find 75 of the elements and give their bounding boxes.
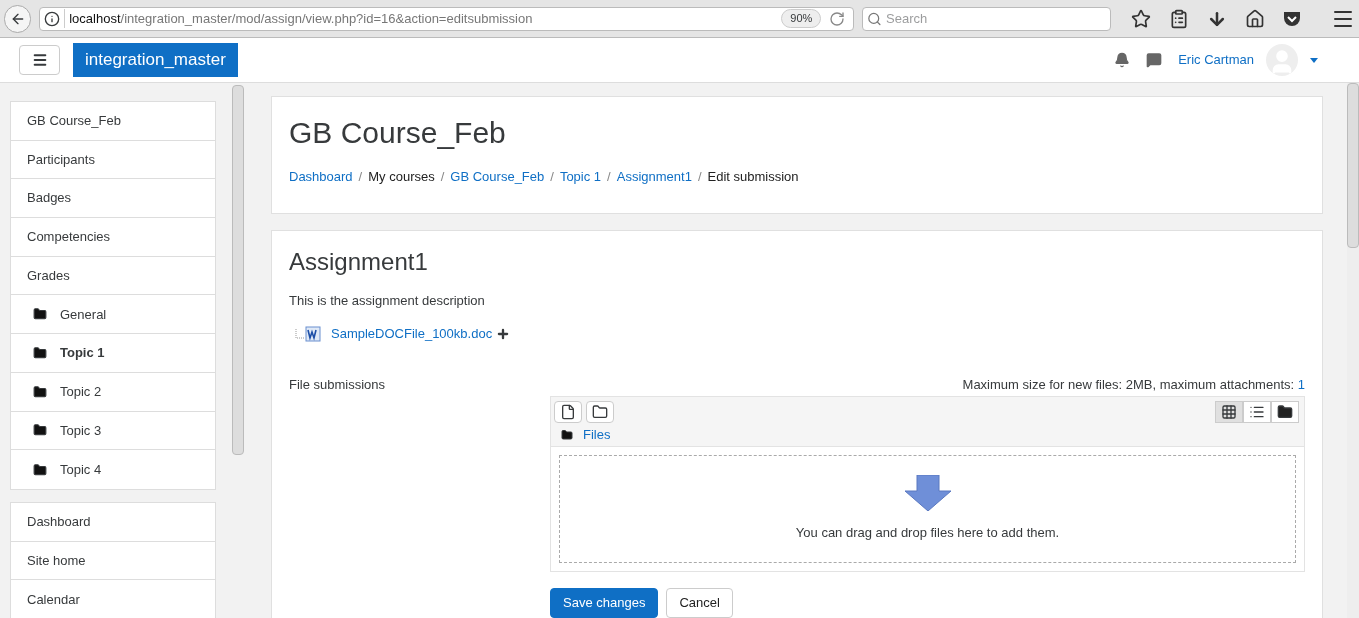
bookmark-star-icon[interactable] xyxy=(1131,8,1151,29)
drop-hint: You can drag and drop files here to add them. xyxy=(795,524,1060,543)
home-icon[interactable] xyxy=(1245,8,1265,29)
breadcrumb-link[interactable]: Dashboard xyxy=(289,167,353,187)
breadcrumb-separator: / xyxy=(358,168,363,186)
clipboard-icon[interactable] xyxy=(1169,8,1189,29)
reload-icon[interactable] xyxy=(829,10,846,27)
back-button[interactable] xyxy=(4,4,32,33)
nav-item[interactable]: Calendar xyxy=(11,580,215,618)
nav-item[interactable]: Topic 3 xyxy=(11,411,215,451)
chat-icon[interactable] xyxy=(1146,52,1163,68)
url-text: localhost/integration_master/mod/assign/view.php?id=16&action=editsubmission xyxy=(64,8,533,29)
caret-icon[interactable] xyxy=(1310,57,1318,63)
folder-icon xyxy=(592,404,608,420)
breadcrumb-separator: / xyxy=(440,168,445,186)
search-field[interactable]: Search xyxy=(862,6,1111,31)
down-arrow-icon xyxy=(904,475,951,512)
add-file-button[interactable] xyxy=(554,401,582,423)
nav-item[interactable]: Topic 2 xyxy=(11,372,215,412)
breadcrumb-separator: / xyxy=(607,168,611,186)
menu-button[interactable] xyxy=(19,45,60,75)
plus-icon[interactable] xyxy=(496,326,511,341)
breadcrumb-text: Edit submission xyxy=(707,168,799,186)
nav-item[interactable]: Badges xyxy=(11,179,215,219)
folder-icon xyxy=(33,345,47,360)
breadcrumb-link[interactable]: GB Course_Feb xyxy=(450,167,545,187)
address-bar[interactable]: localhost/integration_master/mod/assign/view.php?id=16&action=editsubmission 90% xyxy=(39,6,855,31)
nav-item[interactable]: Site home xyxy=(11,541,215,581)
breadcrumb-link[interactable]: Topic 1 xyxy=(559,167,602,187)
menu-icon xyxy=(31,52,48,68)
nav-item[interactable]: Grades xyxy=(11,256,215,296)
site-name-link[interactable]: integration_master xyxy=(73,43,238,77)
folder-icon xyxy=(561,428,573,441)
folder-icon xyxy=(33,384,47,399)
breadcrumb-link[interactable]: Assignment1 xyxy=(616,167,692,187)
breadcrumb-separator: / xyxy=(550,168,554,186)
folder-icon xyxy=(33,462,47,477)
breadcrumb-text: My courses xyxy=(368,168,435,186)
file-icon xyxy=(560,404,576,420)
field-label: File submissions xyxy=(289,375,387,394)
list-icon xyxy=(1249,404,1265,420)
course-title: GB Course_Feb xyxy=(289,115,507,151)
view-mode-button[interactable] xyxy=(1215,401,1243,423)
search-input[interactable]: Search xyxy=(886,8,1106,29)
nav-item[interactable]: Topic 4 xyxy=(11,450,215,489)
drop-zone[interactable]: You can drag and drop files here to add them. xyxy=(559,455,1296,563)
folder-icon xyxy=(1277,404,1293,420)
max-attachments-count: 1 xyxy=(1297,376,1305,392)
zoom-level[interactable]: 90% xyxy=(781,9,822,28)
tree-connector-icon xyxy=(295,328,305,339)
save-button[interactable]: Save changes xyxy=(550,588,659,618)
info-icon xyxy=(44,10,61,27)
create-folder-button[interactable] xyxy=(586,401,614,423)
nav-item[interactable]: Participants xyxy=(11,140,215,180)
folder-icon xyxy=(33,307,47,322)
view-mode-button[interactable] xyxy=(1271,401,1299,423)
breadcrumb-separator: / xyxy=(697,168,702,186)
search-icon xyxy=(867,10,883,27)
nav-item[interactable]: Competencies xyxy=(11,218,215,257)
word-document-icon xyxy=(305,325,321,342)
user-name-link[interactable]: Eric Cartman xyxy=(1178,50,1254,70)
nav-item[interactable]: Topic 1 xyxy=(11,334,215,373)
assignment-description: This is the assignment description xyxy=(289,291,486,310)
assignment-title: Assignment1 xyxy=(289,246,429,277)
bell-icon[interactable] xyxy=(1114,52,1131,68)
folder-path-link[interactable]: Files xyxy=(583,424,611,445)
nav-item[interactable]: General xyxy=(11,295,215,335)
grid-icon xyxy=(1221,404,1237,420)
cancel-button[interactable]: Cancel xyxy=(666,588,733,618)
nav-item[interactable]: GB Course_Feb xyxy=(11,102,215,141)
upload-limits-text: Maximum size for new files: 2MB, maximum attachments: xyxy=(962,376,1295,392)
nav-item[interactable]: Dashboard xyxy=(11,502,215,542)
attachment-link[interactable]: SampleDOCFile_100kb.doc xyxy=(331,324,493,344)
folder-icon xyxy=(33,423,47,438)
view-mode-button[interactable] xyxy=(1243,401,1271,423)
